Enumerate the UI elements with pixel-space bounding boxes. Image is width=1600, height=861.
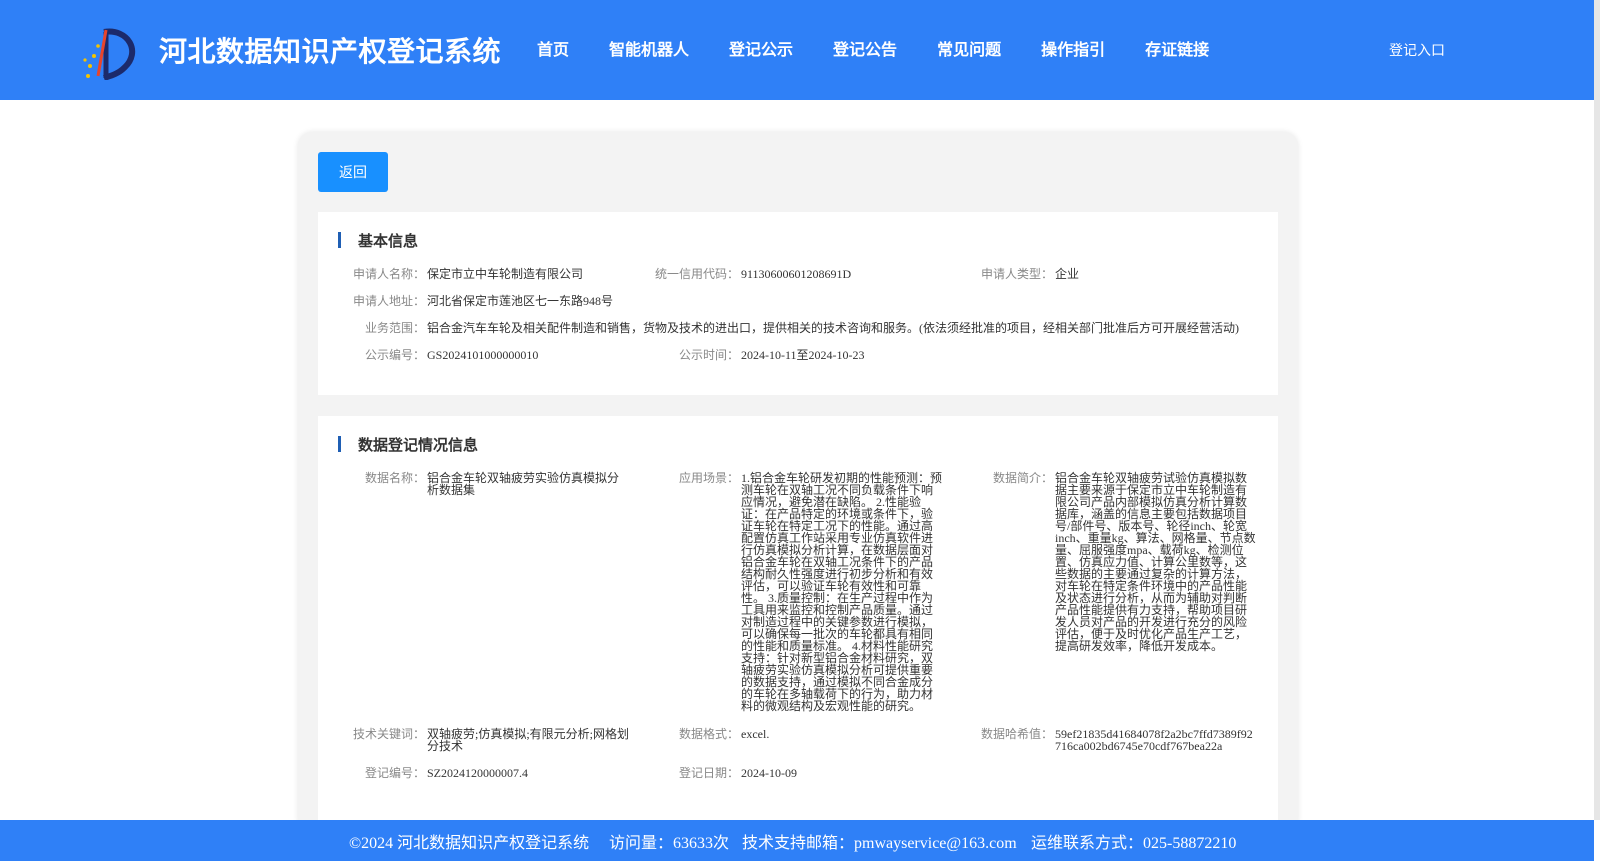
page-footer: ©2024 河北数据知识产权登记系统 访问量：63633次 技术支持邮箱：pmw… [0,820,1594,861]
site-title: 河北数据知识产权登记系统 [159,35,502,68]
address-value: 河北省保定市莲池区七一东路948号 [427,294,614,308]
notice-time-value: 2024-10-11至2024-10-23 [741,348,865,362]
address-field: 申请人地址： 河北省保定市莲池区七一东路948号 [353,294,614,308]
data-hash-field: 数据哈希值： 59ef21835d41684078f2a2bc7ffd7389f… [981,727,1258,753]
application-scene-value: 1.铝合金车轮研发初期的性能预测：预测车轮在双轴工况不同负载条件下响应情况，避免… [741,471,943,713]
applicant-name-label: 申请人名称： [352,267,425,281]
notice-time-label: 公示时间： [678,348,739,362]
registration-number-value: SZ2024120000007.4 [427,766,529,780]
applicant-type-field: 申请人类型： 企业 [981,267,1080,281]
data-registration-panel: 数据登记情况信息 数据名称： 铝合金车轮双轴疲劳实验仿真模拟分析数据集 应用场景… [318,416,1278,826]
registration-date-field: 登记日期： 2024-10-09 [679,766,797,780]
footer-copyright: ©2024 河北数据知识产权登记系统 [349,835,590,852]
page-scrollbar[interactable] [1594,0,1600,820]
registration-number-label: 登记编号： [364,766,425,780]
credit-code-label: 统一信用代码： [654,267,739,281]
address-label: 申请人地址： [352,294,425,308]
data-intro-label: 数据简介： [992,471,1053,485]
application-scene-field: 应用场景： 1.铝合金车轮研发初期的性能预测：预测车轮在双轴工况不同负载条件下响… [679,471,943,713]
data-intro-value: 铝合金车轮双轴疲劳试验仿真模拟数据主要来源于保定市立中车轮制造有限公司产品内部模… [1055,471,1256,653]
footer-phone: 运维联系方式：025-58872210 [1031,835,1237,852]
nav-publicity[interactable]: 登记公示 [729,36,793,60]
main-nav: 首页 智能机器人 登记公示 登记公告 常见问题 操作指引 存证链接 [537,36,1249,60]
nav-announcement[interactable]: 登记公告 [833,36,897,60]
notice-number-value: GS2024101000000010 [427,348,539,362]
data-name-value: 铝合金车轮双轴疲劳实验仿真模拟分析数据集 [427,471,620,497]
data-intro-field: 数据简介： 铝合金车轮双轴疲劳试验仿真模拟数据主要来源于保定市立中车轮制造有限公… [993,471,1258,653]
notice-time-field: 公示时间： 2024-10-11至2024-10-23 [679,348,865,362]
back-button[interactable]: 返回 [318,152,388,192]
registration-date-value: 2024-10-09 [741,766,797,780]
nav-faq[interactable]: 常见问题 [937,36,1001,60]
business-scope-field: 业务范围： 铝合金汽车车轮及相关配件制造和销售，货物及技术的进出口，提供相关的技… [365,321,1239,335]
applicant-name-value: 保定市立中车轮制造有限公司 [427,267,584,281]
tech-keywords-label: 技术关键词： [352,727,425,741]
applicant-name-field: 申请人名称： 保定市立中车轮制造有限公司 [353,267,584,281]
registration-date-label: 登记日期： [678,766,739,780]
data-name-label: 数据名称： [364,471,425,485]
application-scene-label: 应用场景： [678,471,739,485]
footer-visits: 访问量：63633次 [609,835,730,852]
nav-guide[interactable]: 操作指引 [1041,36,1105,60]
site-logo-icon [83,28,136,80]
tech-keywords-field: 技术关键词： 双轴疲劳;仿真模拟;有限元分析;网格划分技术 [353,727,632,753]
nav-home[interactable]: 首页 [537,36,569,60]
business-scope-value: 铝合金汽车车轮及相关配件制造和销售，货物及技术的进出口，提供相关的技术咨询和服务… [427,321,1239,335]
applicant-type-label: 申请人类型： [980,267,1053,281]
business-scope-label: 业务范围： [364,321,425,335]
tech-keywords-value: 双轴疲劳;仿真模拟;有限元分析;网格划分技术 [427,727,630,753]
top-header: 河北数据知识产权登记系统 首页 智能机器人 登记公示 登记公告 常见问题 操作指… [0,0,1594,100]
data-name-field: 数据名称： 铝合金车轮双轴疲劳实验仿真模拟分析数据集 [365,471,627,497]
applicant-type-value: 企业 [1055,267,1080,281]
data-registration-title: 数据登记情况信息 [338,434,478,455]
data-hash-label: 数据哈希值： [980,727,1053,741]
notice-number-label: 公示编号： [364,348,425,362]
data-format-label: 数据格式： [678,727,739,741]
basic-info-title: 基本信息 [338,230,418,251]
data-hash-value: 59ef21835d41684078f2a2bc7ffd7389f92716ca… [1055,727,1253,753]
data-format-value: excel. [741,727,770,741]
credit-code-value: 91130600601208691D [741,267,852,281]
basic-info-panel: 基本信息 申请人名称： 保定市立中车轮制造有限公司 统一信用代码： 911306… [318,212,1278,395]
notice-number-field: 公示编号： GS2024101000000010 [365,348,539,362]
data-format-field: 数据格式： excel. [679,727,943,741]
credit-code-field: 统一信用代码： 91130600601208691D [655,267,852,281]
nav-robot[interactable]: 智能机器人 [609,36,689,60]
registration-number-field: 登记编号： SZ2024120000007.4 [365,766,529,780]
nav-evidence-link[interactable]: 存证链接 [1145,36,1209,60]
login-link[interactable]: 登记入口 [1389,40,1445,60]
footer-email: 技术支持邮箱：pmwayservice@163.com [742,835,1017,852]
